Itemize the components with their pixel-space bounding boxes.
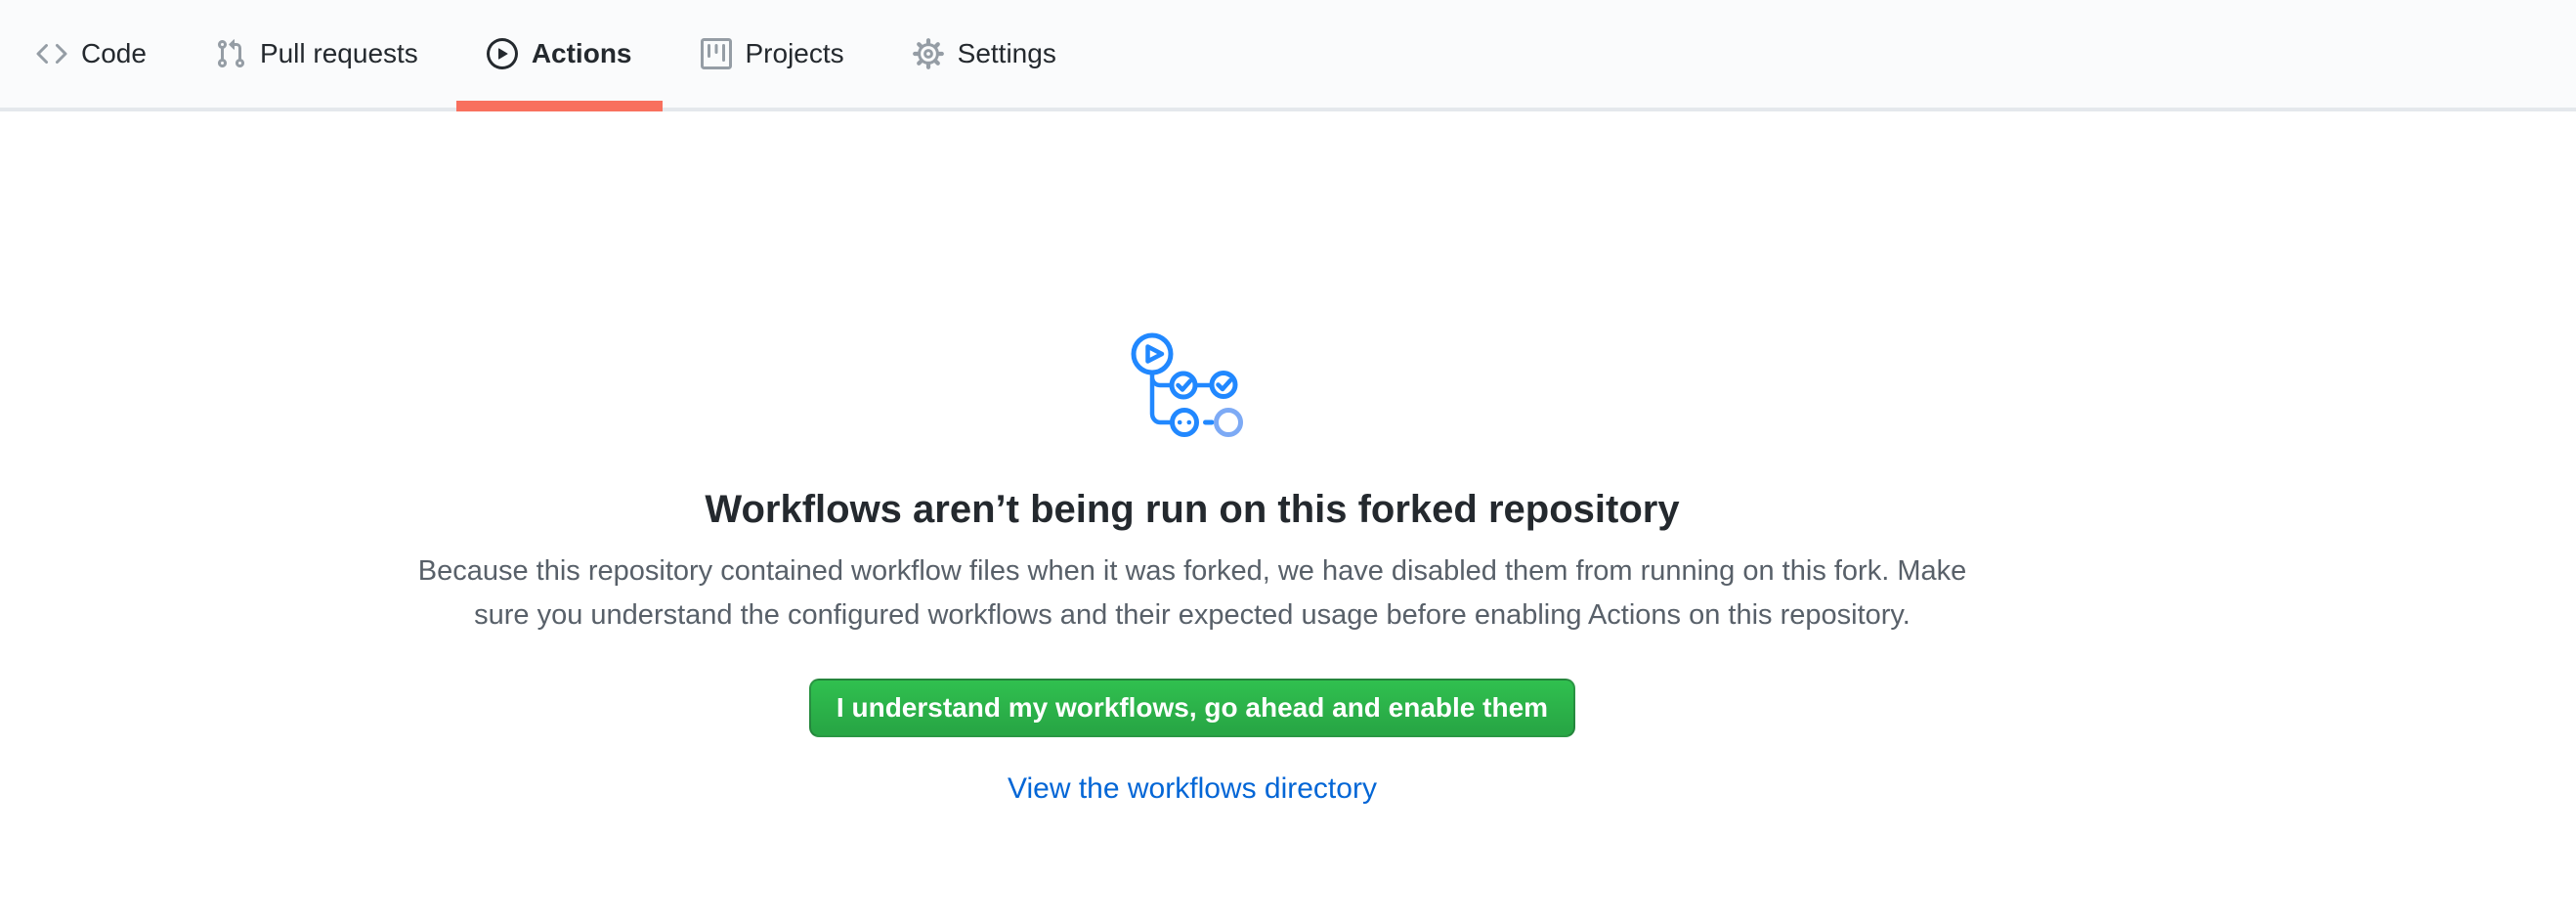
- project-icon: [701, 38, 732, 69]
- tab-actions[interactable]: Actions: [456, 0, 663, 108]
- git-pull-request-icon: [215, 38, 246, 69]
- tab-label: Actions: [532, 40, 632, 67]
- workflows-directory-link[interactable]: View the workflows directory: [1008, 772, 1377, 806]
- tab-label: Pull requests: [260, 40, 418, 67]
- active-tab-underline: [456, 101, 663, 111]
- tab-label: Projects: [746, 40, 844, 67]
- tab-label: Code: [81, 40, 147, 67]
- tab-pull-requests[interactable]: Pull requests: [185, 0, 449, 108]
- description-line-1: Because this repository contained workfl…: [418, 549, 1967, 593]
- blankslate-description: Because this repository contained workfl…: [418, 549, 1967, 637]
- enable-workflows-button[interactable]: I understand my workflows, go ahead and …: [809, 679, 1575, 737]
- actions-disabled-blankslate: Workflows aren’t being run on this forke…: [0, 111, 2384, 806]
- tab-code[interactable]: Code: [6, 0, 177, 108]
- description-line-2: sure you understand the configured workf…: [418, 593, 1967, 637]
- code-icon: [36, 38, 67, 69]
- tab-label: Settings: [958, 40, 1056, 67]
- gear-icon: [913, 38, 944, 69]
- workflow-graph-icon: [1129, 322, 1256, 444]
- play-circle-icon: [487, 38, 518, 69]
- tab-settings[interactable]: Settings: [882, 0, 1087, 108]
- tab-projects[interactable]: Projects: [670, 0, 875, 108]
- blankslate-title: Workflows aren’t being run on this forke…: [705, 485, 1679, 534]
- repo-tab-nav: Code Pull requests Actions Projects: [0, 0, 2576, 111]
